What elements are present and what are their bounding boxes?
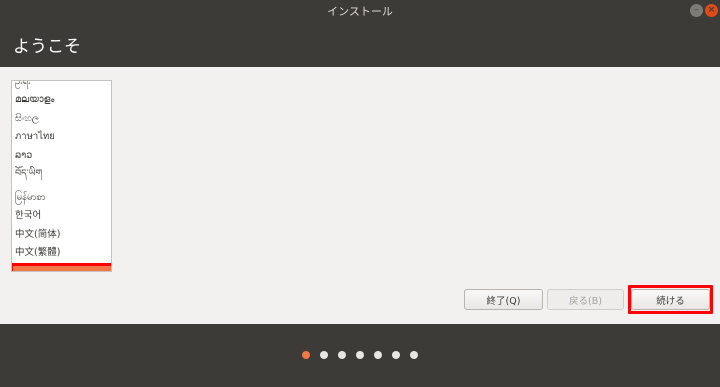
progress-dot xyxy=(392,351,400,359)
language-item[interactable]: မြန်မာစာ xyxy=(12,183,111,207)
language-item[interactable]: ภาษาไทย xyxy=(12,128,111,146)
language-item[interactable]: മലയാളം xyxy=(12,91,111,109)
language-item[interactable]: བོད་ཡིག xyxy=(12,165,111,183)
window-title: インストール xyxy=(327,5,393,18)
progress-dot xyxy=(410,351,418,359)
main-content: ဦးရး മലയാളം සිංහල ภาษาไทย ລາວ བོད་ཡིག မြ… xyxy=(0,67,720,324)
language-item-selected[interactable]: 日本語 xyxy=(12,262,111,271)
progress-dot xyxy=(338,351,346,359)
minimize-icon[interactable]: – xyxy=(690,4,703,17)
progress-dot xyxy=(320,351,328,359)
language-item[interactable]: ဦးရး xyxy=(12,81,111,91)
page-header: ようこそ xyxy=(0,22,720,67)
progress-dot-current xyxy=(302,351,310,359)
language-item[interactable]: සිංහල xyxy=(12,110,111,128)
language-item[interactable]: ລາວ xyxy=(12,147,111,165)
progress-dot xyxy=(374,351,382,359)
progress-dot xyxy=(356,351,364,359)
language-list[interactable]: ဦးရး മലയാളം සිංහල ภาษาไทย ລາວ བོད་ཡིག မြ… xyxy=(11,80,112,272)
quit-button[interactable]: 終了(Q) xyxy=(464,289,543,310)
language-item[interactable]: 한국어 xyxy=(12,207,111,225)
page-title: ようこそ xyxy=(13,37,81,57)
continue-button[interactable]: 続ける xyxy=(631,289,710,310)
footer xyxy=(0,324,720,387)
window-titlebar: インストール – × xyxy=(0,0,720,22)
progress-dots xyxy=(302,351,418,359)
close-icon[interactable]: × xyxy=(705,4,718,17)
back-button[interactable]: 戻る(B) xyxy=(547,289,624,310)
language-list-scroll: ဦးရး മലയാളം සිංහල ภาษาไทย ລາວ བོད་ཡིག မြ… xyxy=(12,81,111,271)
language-item[interactable]: 中文(繁體) xyxy=(12,244,111,262)
language-item[interactable]: 中文(简体) xyxy=(12,226,111,244)
